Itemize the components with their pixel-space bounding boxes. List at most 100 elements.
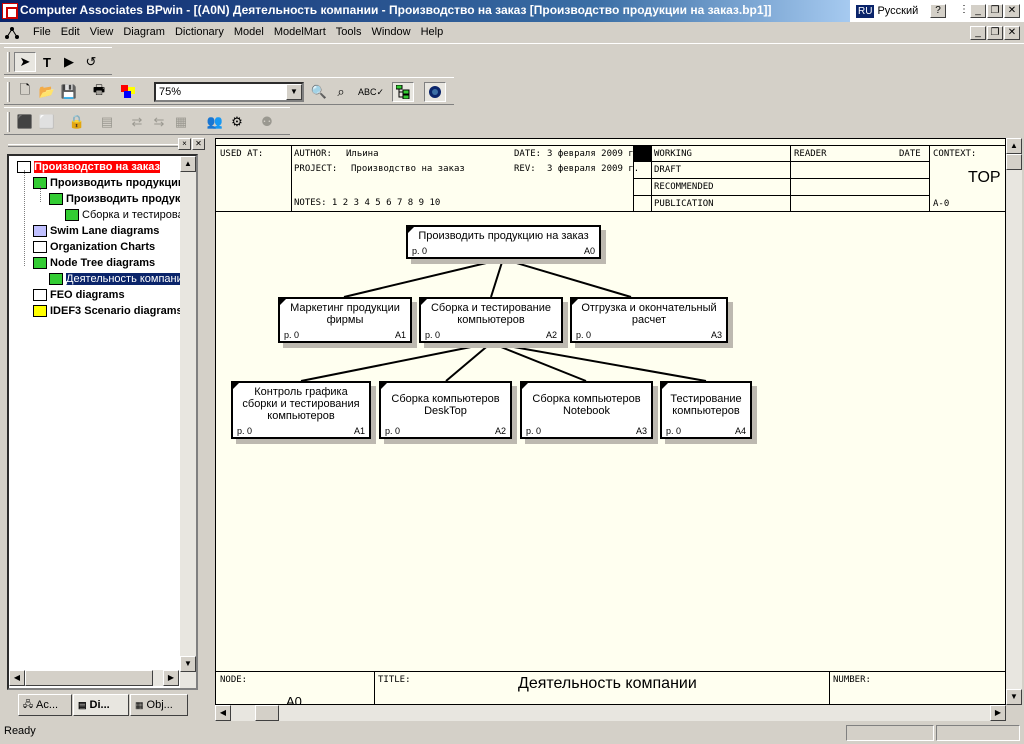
diagram-canvas[interactable]: USED AT: AUTHOR: Ильина DATE: 3 февраля …	[215, 138, 1006, 705]
title-bar: Computer Associates BPwin - [(A0N) Деяте…	[0, 0, 1024, 22]
minimize-button[interactable]: _	[970, 4, 986, 18]
menu-tools[interactable]: Tools	[331, 26, 367, 38]
disconnect-icon[interactable]: ⬜	[36, 112, 58, 132]
scroll-right-icon[interactable]: ▶	[163, 670, 179, 686]
tree-item-a0[interactable]: Производить продукцию на заказ	[33, 175, 181, 191]
scroll-up-icon[interactable]: ▲	[180, 156, 196, 172]
text-tool-icon[interactable]: T	[36, 52, 58, 72]
new-file-icon[interactable]: 🗋	[14, 82, 36, 102]
doc-restore-button[interactable]: ❐	[987, 26, 1003, 40]
scroll-left-icon[interactable]: ◀	[9, 670, 25, 686]
tab-diagrams[interactable]: ▤ Di...	[73, 694, 129, 716]
language-name: Русский	[877, 5, 919, 17]
menu-view[interactable]: View	[85, 26, 119, 38]
language-code: RU	[856, 4, 875, 18]
menu-dictionary[interactable]: Dictionary	[170, 26, 229, 38]
diagram-icon	[49, 193, 63, 205]
scroll-up-icon[interactable]: ▲	[1006, 138, 1022, 154]
report-icon[interactable]: ▦	[170, 112, 192, 132]
org-chart-icon	[33, 241, 47, 253]
modelmart-icon[interactable]	[424, 82, 446, 102]
document-menu-icon[interactable]	[4, 26, 20, 40]
menu-help[interactable]: Help	[416, 26, 449, 38]
tree-item-org-charts[interactable]: Organization Charts	[33, 239, 181, 255]
sync-icon[interactable]: ⇄	[126, 112, 148, 132]
menu-file[interactable]: File	[28, 26, 56, 38]
idef3-icon	[33, 305, 47, 317]
zoom-in-icon[interactable]: 🔍	[308, 82, 330, 102]
doc-close-button[interactable]: ✕	[1004, 26, 1020, 40]
settings-icon[interactable]: ⚙	[226, 112, 248, 132]
node-b2[interactable]: Сборка компьютеров DeskTop р. 0 A2	[379, 381, 512, 439]
scroll-thumb[interactable]	[25, 670, 153, 686]
status-panel-2	[936, 725, 1020, 741]
tree-horizontal-scrollbar[interactable]: ◀ ▶	[9, 670, 179, 686]
number-label: NUMBER:	[833, 675, 871, 685]
tab-activities[interactable]: 🖧 Ac...	[18, 694, 72, 716]
menu-diagram[interactable]: Diagram	[118, 26, 170, 38]
tree-item-a0-child[interactable]: Производить продукцию на заказ	[49, 191, 181, 207]
menu-model[interactable]: Model	[229, 26, 269, 38]
compare-icon[interactable]: ⇆	[148, 112, 170, 132]
node-a0[interactable]: Производить продукцию на заказ р. 0 A0	[406, 225, 601, 259]
zoom-select[interactable]: 75% ▼	[154, 82, 304, 102]
node-b3[interactable]: Сборка компьютеров Notebook р. 0 A3	[520, 381, 653, 439]
menu-window[interactable]: Window	[366, 26, 415, 38]
scroll-left-icon[interactable]: ◀	[215, 705, 231, 721]
node-b1[interactable]: Контроль графика сборки и тестирования к…	[231, 381, 371, 439]
scroll-thumb[interactable]	[255, 705, 279, 721]
color-palette-icon[interactable]	[118, 82, 140, 102]
explorer-header: × ✕	[4, 138, 205, 152]
scroll-thumb[interactable]	[1006, 154, 1022, 170]
security-icon[interactable]: ⚉	[256, 112, 278, 132]
menu-modelmart[interactable]: ModelMart	[269, 26, 331, 38]
objects-icon: ▦	[135, 699, 144, 710]
open-folder-icon[interactable]: 📂	[36, 82, 58, 102]
canvas-horizontal-scrollbar[interactable]: ◀ ▶	[215, 705, 1006, 721]
diagrams-icon: ▤	[78, 699, 87, 710]
close-button[interactable]: ✕	[1004, 4, 1020, 18]
scroll-right-icon[interactable]: ▶	[990, 705, 1006, 721]
print-icon[interactable]: 🖶	[88, 82, 110, 102]
tab-objects[interactable]: ▦ Obj...	[130, 694, 188, 716]
node-tree-diagram-icon	[49, 273, 63, 285]
node-a1[interactable]: Маркетинг продукции фирмы р. 0 A1	[278, 297, 412, 343]
explorer-dock-button[interactable]: ×	[178, 138, 191, 150]
node-a3[interactable]: Отгрузка и окончательный расчет р. 0 A3	[570, 297, 728, 343]
menu-bar: File Edit View Diagram Dictionary Model ModelM…	[0, 22, 1024, 44]
node-a2[interactable]: Сборка и тестирование компьютеров р. 0 A…	[419, 297, 563, 343]
tree-item-selected[interactable]: Деятельность компании	[49, 271, 181, 287]
chevron-down-icon[interactable]: ▼	[286, 84, 302, 100]
menu-edit[interactable]: Edit	[56, 26, 85, 38]
title-label: TITLE:	[378, 675, 411, 685]
restore-button[interactable]: ❐	[987, 4, 1003, 18]
scroll-down-icon[interactable]: ▼	[1006, 689, 1022, 705]
undo-tool-icon[interactable]: ↺	[80, 52, 102, 72]
tree-item-node-tree[interactable]: Node Tree diagrams	[33, 255, 181, 271]
model-explorer-icon[interactable]	[392, 82, 414, 102]
scroll-down-icon[interactable]: ▼	[180, 656, 196, 672]
tree-item-feo[interactable]: FEO diagrams	[33, 287, 181, 303]
pointer-tool-icon[interactable]: ➤	[14, 52, 36, 72]
tree-item-swim-lane[interactable]: Swim Lane diagrams	[33, 223, 181, 239]
tree-vertical-scrollbar[interactable]: ▲ ▼	[180, 156, 196, 688]
node-b4[interactable]: Тестирование компьютеров р. 0 A4	[660, 381, 752, 439]
status-bar: Ready	[0, 722, 1024, 744]
app-icon[interactable]	[2, 3, 18, 19]
explorer-close-button[interactable]: ✕	[192, 138, 205, 150]
tree-item-idef3[interactable]: IDEF3 Scenario diagrams	[33, 303, 181, 319]
canvas-vertical-scrollbar[interactable]: ▲ ▼	[1006, 138, 1022, 705]
users-icon[interactable]: 👥	[204, 112, 226, 132]
library-icon[interactable]: ▤	[96, 112, 118, 132]
connect-icon[interactable]: ⬛	[14, 112, 36, 132]
doc-minimize-button[interactable]: _	[970, 26, 986, 40]
tree-root[interactable]: Производство на заказ	[17, 159, 187, 175]
save-icon[interactable]: 💾	[58, 82, 80, 102]
zoom-fit-icon[interactable]: ⌕	[330, 82, 352, 102]
play-tool-icon[interactable]: ▶	[58, 52, 80, 72]
help-icon[interactable]: ?	[930, 4, 946, 18]
language-indicator[interactable]: RU Русский	[856, 3, 918, 19]
spellcheck-icon[interactable]: ABC✓	[358, 82, 384, 102]
tree-item-a2[interactable]: Сборка и тестирование компьютеров	[65, 207, 181, 223]
lock-icon[interactable]: 🔒	[66, 112, 88, 132]
